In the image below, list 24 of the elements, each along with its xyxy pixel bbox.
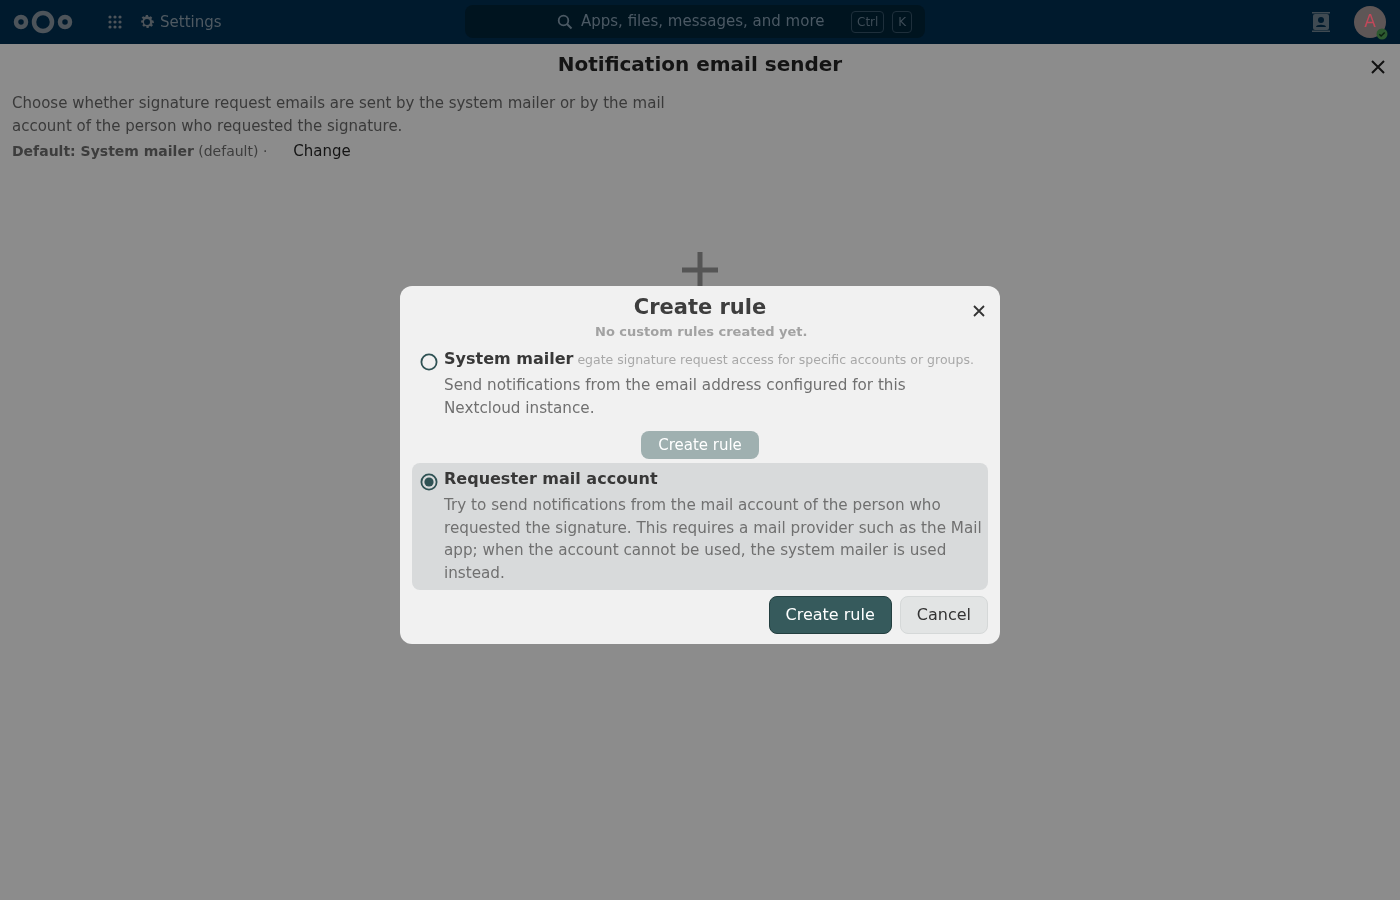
radio-button[interactable]: [420, 353, 438, 371]
default-setting-text: Default: System mailer (default) ·: [12, 141, 268, 161]
dialog-title: Create rule: [633, 296, 767, 318]
create-rule-button[interactable]: Create rule: [641, 431, 759, 459]
create-rule-button[interactable]: Create rule: [768, 596, 892, 634]
cancel-button[interactable]: Cancel: [899, 596, 988, 634]
settings-icon: [138, 13, 156, 31]
option-description: Send notifications from the email address configured for this Nextcloud instance.: [444, 375, 907, 419]
page-title: Notification email sender: [557, 52, 843, 76]
description-text: Choose whether signature request emails are sent by the system mailer or by the mail account of the person who requested the signature.: [12, 93, 666, 137]
option-label: Requester mail account: [444, 468, 658, 490]
empty-state-hint: egate signature request access for specific accounts or groups.: [577, 351, 974, 369]
keyboard-key: K: [892, 10, 913, 33]
radio-button[interactable]: [420, 473, 438, 491]
search-bar[interactable]: Apps, files, messages, and more Ctrl K: [465, 5, 925, 38]
keyboard-key: Ctrl: [851, 10, 885, 33]
change-button[interactable]: Change: [285, 138, 359, 165]
settings-menu[interactable]: Settings: [138, 10, 222, 34]
search-field[interactable]: Apps, files, messages, and more: [581, 10, 843, 33]
search-icon: [557, 13, 573, 30]
empty-state-title: No custom rules created yet.: [595, 323, 808, 341]
option-row[interactable]: [412, 463, 988, 590]
avatar[interactable]: A: [1354, 6, 1386, 38]
option-description: Try to send notifications from the mail account of the person who requested the signature. This requires a mail provider such as the Mail app; when the account cannot be used, the system mailer is used instead.: [444, 495, 983, 584]
